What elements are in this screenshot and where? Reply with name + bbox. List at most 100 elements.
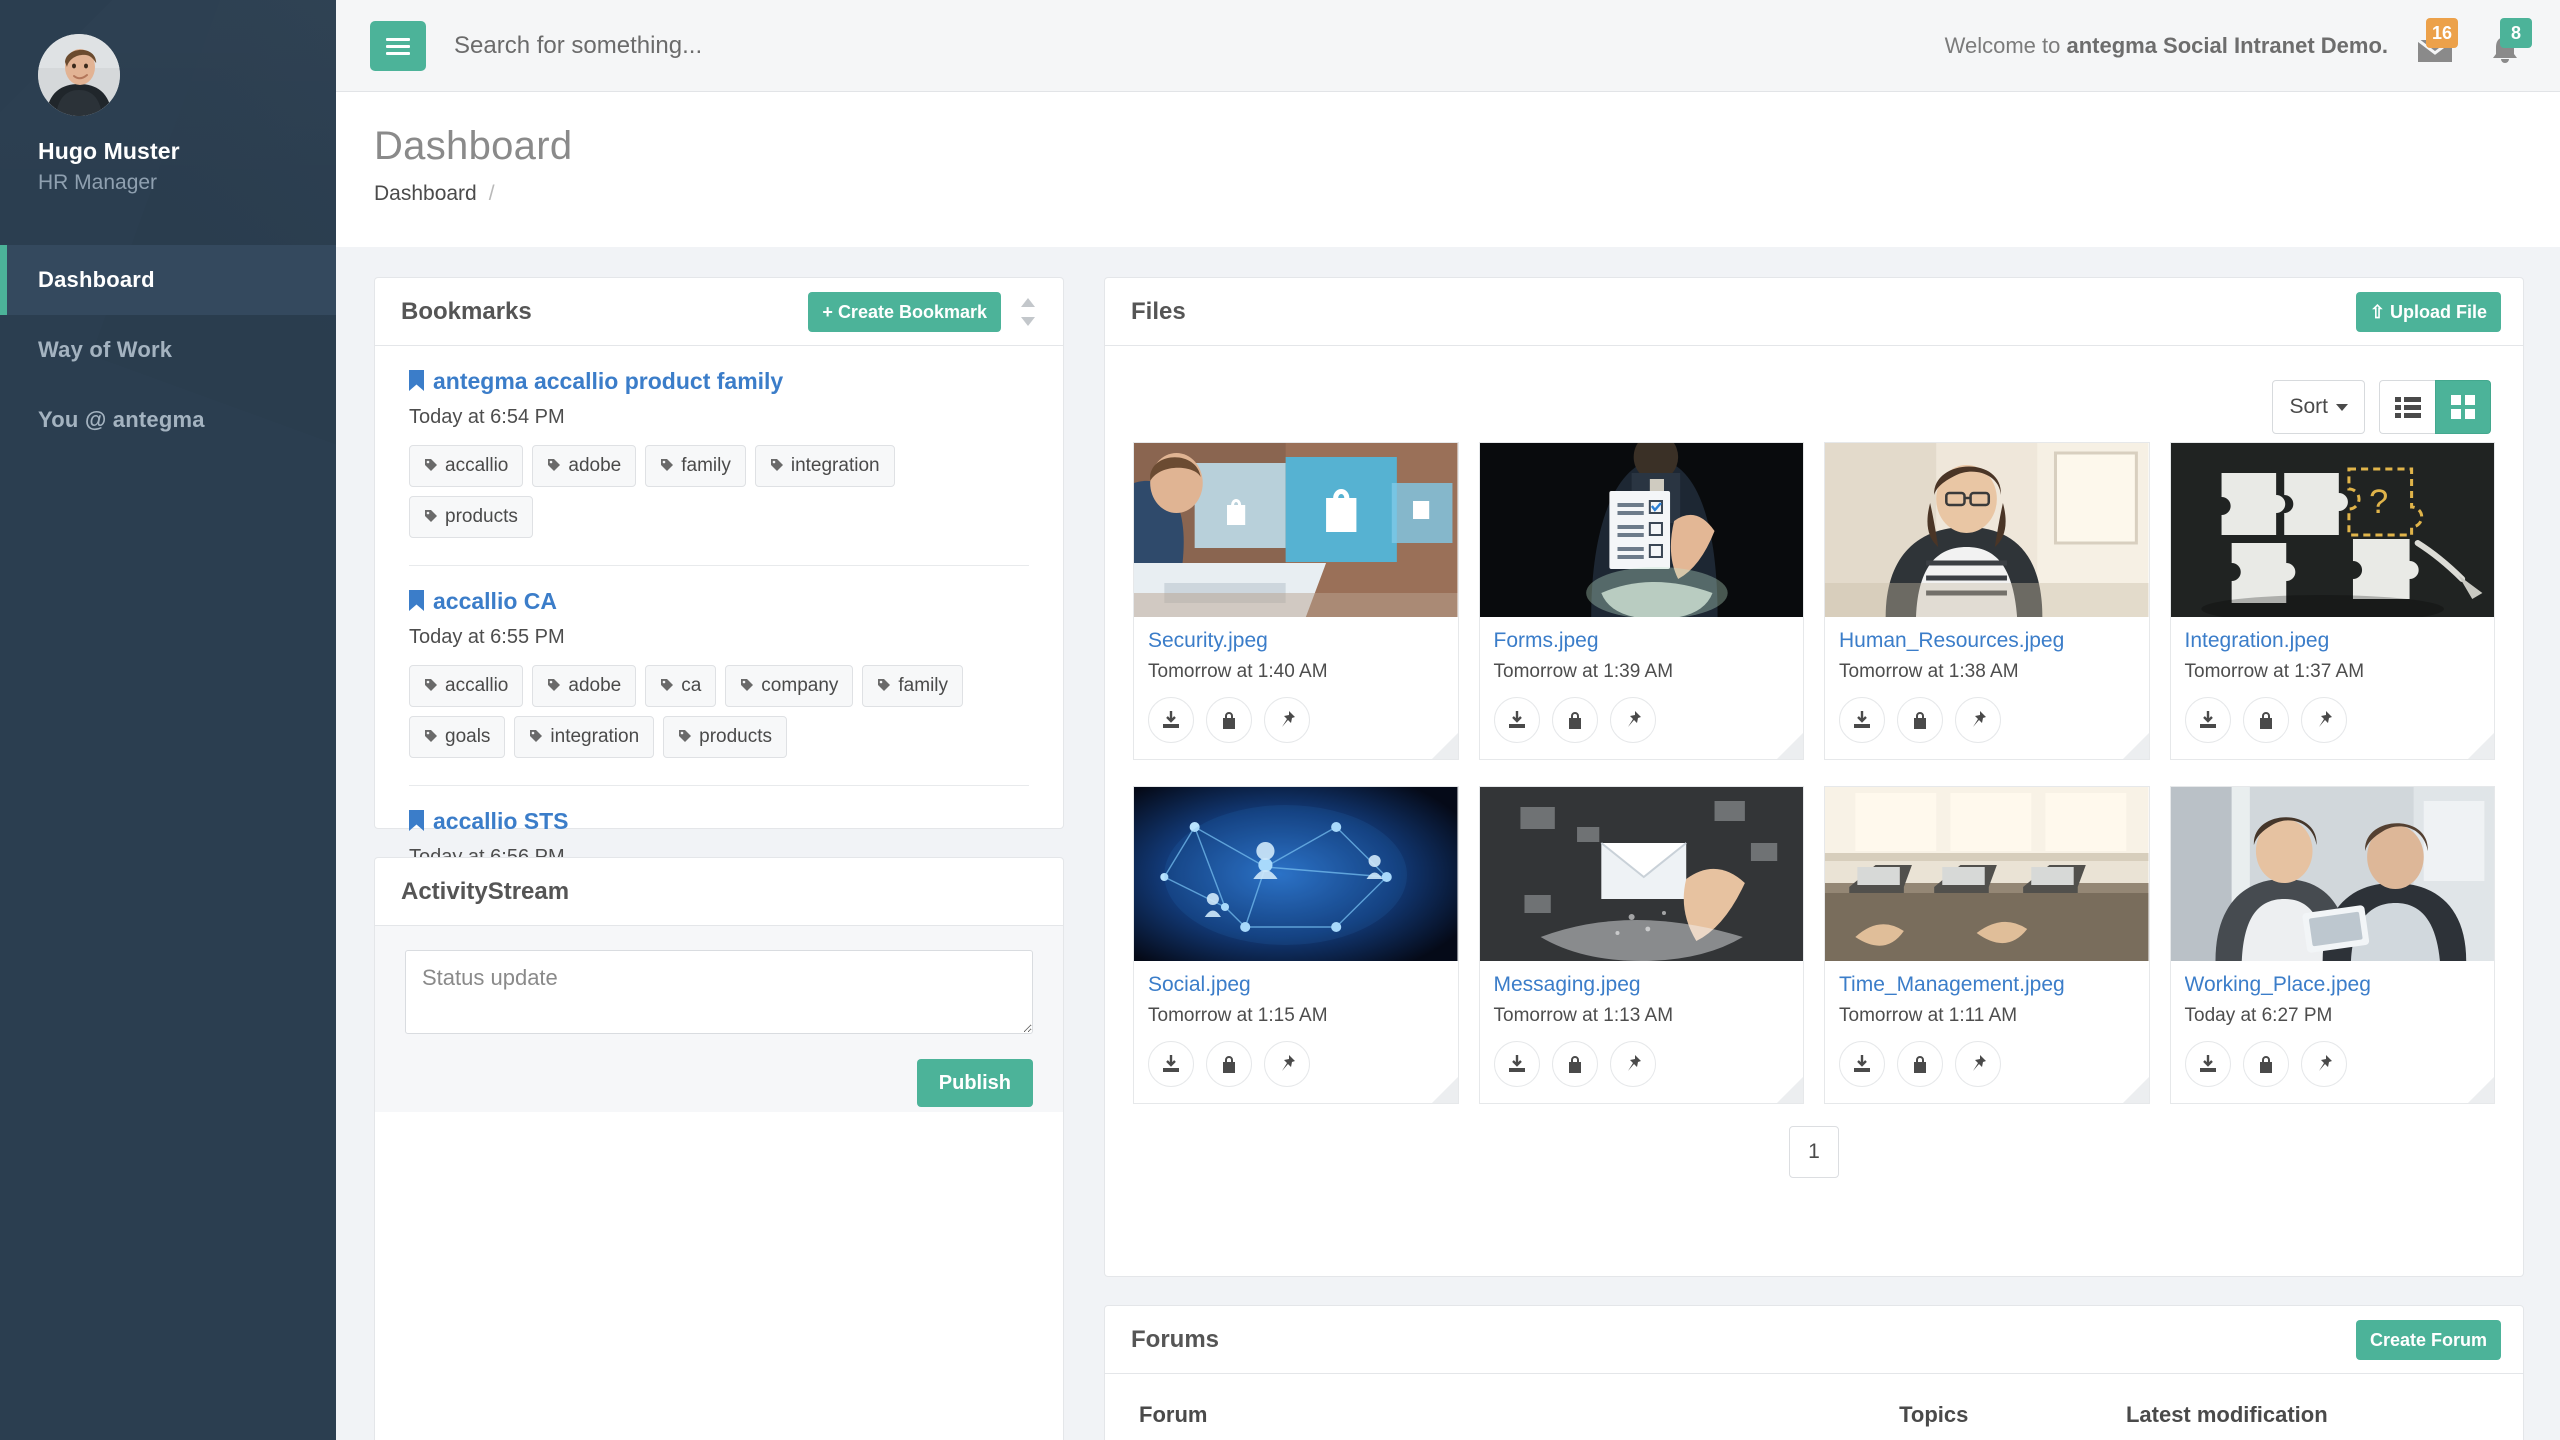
- download-icon[interactable]: [1839, 697, 1885, 743]
- file-thumbnail: [1134, 787, 1458, 961]
- file-meta: Social.jpeg Tomorrow at 1:15 AM: [1134, 961, 1458, 1103]
- tag[interactable]: adobe: [532, 445, 637, 487]
- notifications-button[interactable]: 8: [2486, 18, 2532, 70]
- lock-icon[interactable]: [1551, 697, 1598, 743]
- download-icon[interactable]: [1493, 1041, 1540, 1087]
- download-icon[interactable]: [1839, 1041, 1885, 1087]
- file-time: Tomorrow at 1:11 AM: [1839, 1005, 2018, 1026]
- tag[interactable]: ca: [645, 665, 717, 707]
- bookmark-title: accallio CA: [433, 588, 557, 614]
- download-icon[interactable]: [1148, 1041, 1194, 1087]
- files-title: Files: [1131, 298, 1186, 325]
- file-card[interactable]: Working_Place.jpeg Today at 6:27 PM: [2169, 786, 2495, 1104]
- tag[interactable]: products: [409, 496, 533, 538]
- tag[interactable]: integration: [754, 445, 895, 487]
- file-name[interactable]: Messaging.jpeg: [1494, 973, 1790, 997]
- publish-button[interactable]: Publish: [916, 1059, 1033, 1107]
- download-icon[interactable]: [1148, 697, 1194, 743]
- pin-icon[interactable]: [1609, 1041, 1656, 1087]
- file-name[interactable]: Time_Management.jpeg: [1839, 973, 2135, 997]
- column-header-forum[interactable]: Forum: [1105, 1374, 1900, 1440]
- pin-icon[interactable]: [1264, 1041, 1310, 1087]
- files-view-controls: Sort: [2272, 380, 2491, 434]
- lock-icon[interactable]: [2242, 1041, 2289, 1087]
- tag-icon: [424, 718, 438, 758]
- file-name[interactable]: Human_Resources.jpeg: [1839, 629, 2135, 653]
- download-icon[interactable]: [2184, 1041, 2231, 1087]
- plus-icon: +: [822, 301, 833, 322]
- tag-label: integration: [790, 455, 880, 476]
- lock-icon[interactable]: [1206, 697, 1252, 743]
- file-time: Tomorrow at 1:38 AM: [1839, 661, 2019, 682]
- file-name[interactable]: Integration.jpeg: [2185, 629, 2481, 653]
- tag[interactable]: adobe: [532, 665, 637, 707]
- status-update-textarea[interactable]: [405, 950, 1033, 1034]
- lock-icon[interactable]: [1206, 1041, 1252, 1087]
- tag-label: adobe: [568, 675, 622, 696]
- file-name[interactable]: Security.jpeg: [1148, 629, 1444, 653]
- column-header-latest-modification[interactable]: Latest modification: [2125, 1374, 2523, 1440]
- lock-icon[interactable]: [1897, 697, 1943, 743]
- avatar[interactable]: [38, 34, 120, 116]
- tag[interactable]: integration: [514, 716, 655, 758]
- pin-icon[interactable]: [2300, 697, 2347, 743]
- file-name[interactable]: Working_Place.jpeg: [2185, 973, 2481, 997]
- files-toolbar: Sort: [1105, 346, 2523, 442]
- list-view-button[interactable]: [2379, 380, 2435, 434]
- pin-icon[interactable]: [1609, 697, 1656, 743]
- breadcrumb-item[interactable]: Dashboard: [374, 182, 477, 205]
- tag[interactable]: family: [645, 445, 746, 487]
- file-card[interactable]: Human_Resources.jpeg Tomorrow at 1:38 AM: [1824, 442, 2150, 760]
- sidebar-item-way-of-work[interactable]: Way of Work: [0, 315, 336, 385]
- messages-button[interactable]: 16: [2412, 18, 2458, 70]
- file-name[interactable]: Social.jpeg: [1148, 973, 1444, 997]
- file-card[interactable]: Forms.jpeg Tomorrow at 1:39 AM: [1478, 442, 1804, 760]
- file-card[interactable]: Social.jpeg Tomorrow at 1:15 AM: [1133, 786, 1459, 1104]
- card-corner: [1431, 733, 1458, 759]
- download-icon[interactable]: [2184, 697, 2231, 743]
- file-thumbnail: [1479, 787, 1803, 961]
- pin-icon[interactable]: [1955, 1041, 2001, 1087]
- card-corner: [2122, 733, 2149, 759]
- upload-file-button[interactable]: ⇧ Upload File: [2355, 292, 2501, 332]
- create-bookmark-button[interactable]: + Create Bookmark: [808, 292, 1001, 332]
- file-card[interactable]: Time_Management.jpeg Tomorrow at 1:11 AM: [1824, 786, 2150, 1104]
- hamburger-menu-icon[interactable]: [370, 21, 426, 71]
- card-corner: [2122, 1077, 2149, 1103]
- tag[interactable]: company: [725, 665, 854, 707]
- search-input[interactable]: [454, 22, 1094, 70]
- sort-button[interactable]: Sort: [2272, 380, 2365, 434]
- tag-label: goals: [445, 726, 491, 747]
- tag[interactable]: accallio: [409, 665, 524, 707]
- tag-icon: [424, 498, 438, 538]
- grid-view-button[interactable]: [2435, 380, 2491, 434]
- sidebar-item-you-at-antegma[interactable]: You @ antegma: [0, 385, 336, 455]
- lock-icon[interactable]: [1551, 1041, 1598, 1087]
- file-card[interactable]: Messaging.jpeg Tomorrow at 1:13 AM: [1478, 786, 1804, 1104]
- pin-icon[interactable]: [1955, 697, 2001, 743]
- bookmark-link[interactable]: antegma accallio product family: [409, 368, 783, 397]
- bookmark-link[interactable]: accallio STS: [409, 808, 569, 837]
- download-icon[interactable]: [1493, 697, 1540, 743]
- pin-icon[interactable]: [1264, 697, 1310, 743]
- sidebar-item-dashboard[interactable]: Dashboard: [0, 245, 336, 315]
- pin-icon[interactable]: [2300, 1041, 2347, 1087]
- lock-icon[interactable]: [1897, 1041, 1943, 1087]
- file-card[interactable]: Security.jpeg Tomorrow at 1:40 AM: [1133, 442, 1459, 760]
- tag[interactable]: accallio: [409, 445, 524, 487]
- file-card[interactable]: ? Integration.jpeg Tomorrow at 1:37 AM: [2169, 442, 2495, 760]
- tag[interactable]: family: [862, 665, 964, 707]
- lock-icon[interactable]: [2242, 697, 2289, 743]
- tag[interactable]: goals: [409, 716, 506, 758]
- tag[interactable]: products: [663, 716, 788, 758]
- card-corner: [2468, 1077, 2494, 1103]
- bookmark-icon: [409, 590, 424, 617]
- pagination-page-1[interactable]: 1: [1789, 1126, 1839, 1178]
- column-header-topics[interactable]: Topics: [1899, 1374, 2126, 1440]
- sort-updown-icon[interactable]: [1017, 296, 1039, 328]
- bookmarks-panel: Bookmarks + Create Bookmark antegma acca…: [374, 277, 1064, 1130]
- tag-label: integration: [550, 726, 640, 747]
- create-forum-button[interactable]: Create Forum: [2355, 1320, 2501, 1360]
- file-name[interactable]: Forms.jpeg: [1494, 629, 1790, 653]
- bookmark-link[interactable]: accallio CA: [409, 588, 557, 617]
